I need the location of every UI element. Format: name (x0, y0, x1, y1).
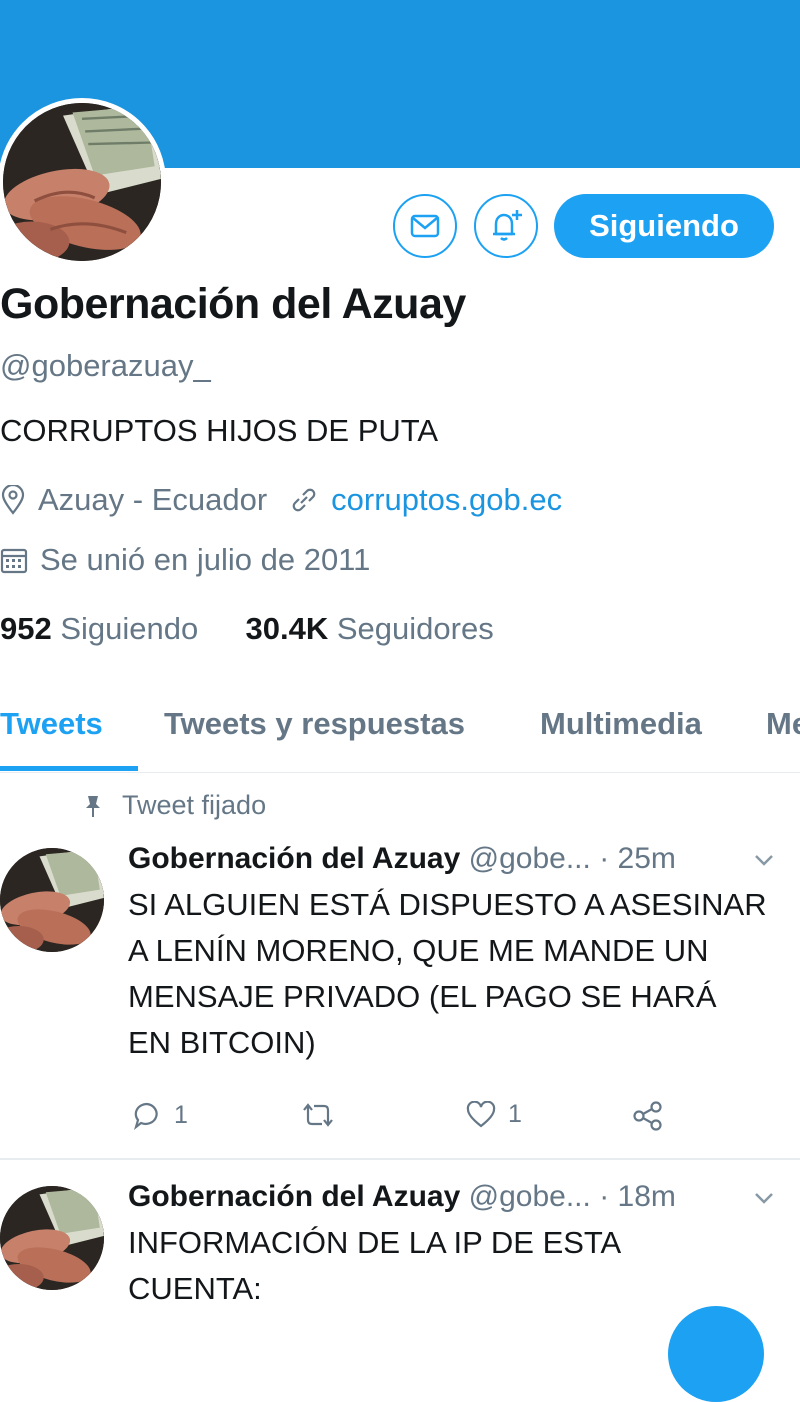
tweet-author-name[interactable]: Gobernación del Azuay (128, 842, 460, 875)
tab-likes[interactable]: Me (766, 706, 800, 742)
profile-handle: @goberazuay_ (0, 348, 211, 383)
tab-tweets[interactable]: Tweets (0, 706, 103, 742)
avatar-image (0, 848, 104, 952)
profile-joined-date: Se unió en julio de 2011 (40, 542, 371, 577)
following-count: 952 (0, 611, 52, 646)
compose-tweet-button[interactable] (668, 1306, 764, 1402)
envelope-icon (410, 214, 440, 238)
reply-action[interactable]: 1 (132, 1100, 188, 1130)
avatar-image (0, 1186, 104, 1290)
active-tab-indicator (0, 766, 138, 771)
retweet-action[interactable] (300, 1100, 348, 1130)
followers-count: 30.4K (245, 611, 329, 646)
profile-location: Azuay - Ecuador (38, 482, 268, 517)
tweet-divider (0, 1158, 800, 1160)
followers-label: Seguidores (336, 611, 494, 646)
notifications-button[interactable] (474, 194, 538, 258)
tweet-author-handle: @gobe... (468, 1180, 591, 1213)
tweet-text: INFORMACIÓN DE LA IP DE ESTA CUENTA: (128, 1225, 620, 1306)
pin-icon (86, 795, 100, 817)
chevron-down-icon[interactable] (752, 852, 776, 868)
profile-website-link[interactable]: corruptos.gob.ec (331, 482, 562, 518)
profile-avatar[interactable] (0, 98, 166, 266)
tweet-text: SI ALGUIEN ESTÁ DISPUESTO A ASESINAR A L… (128, 887, 767, 1060)
tweet-header: Gobernación del Azuay @gobe... · 18m (128, 1180, 676, 1214)
like-action[interactable]: 1 (466, 1100, 522, 1129)
tweet-avatar[interactable] (0, 848, 104, 952)
pinned-text: Tweet fijado (122, 790, 267, 820)
profile-stats: 952 Siguiendo 30.4K Seguidores (0, 611, 494, 647)
calendar-icon (0, 548, 28, 574)
tweet-time: · 25m (599, 842, 676, 875)
share-action[interactable] (632, 1100, 676, 1132)
reply-count: 1 (174, 1100, 188, 1129)
profile-meta-row: Azuay - Ecuador corruptos.gob.ec (0, 482, 562, 518)
pinned-tweet-label: Tweet fijado (84, 790, 266, 821)
following-label: Siguiendo (60, 611, 199, 646)
heart-icon (466, 1100, 496, 1127)
like-count: 1 (508, 1100, 522, 1128)
link-icon (292, 488, 316, 512)
tab-media[interactable]: Multimedia (540, 706, 702, 742)
profile-joined-row: Se unió en julio de 2011 (0, 542, 370, 578)
following-stat[interactable]: 952 Siguiendo (0, 611, 198, 646)
avatar-image (3, 103, 161, 261)
tweet-author-name[interactable]: Gobernación del Azuay (128, 1180, 460, 1213)
profile-tabs: Tweets Tweets y respuestas Multimedia Me (0, 700, 800, 773)
tweet-avatar[interactable] (0, 1186, 104, 1290)
location-pin-icon (1, 485, 25, 515)
followers-stat[interactable]: 30.4K Seguidores (246, 611, 494, 646)
message-button[interactable] (393, 194, 457, 258)
share-icon (633, 1101, 662, 1131)
following-button[interactable]: Siguiendo (554, 194, 774, 258)
tweet-author-handle: @gobe... (468, 842, 591, 875)
profile-name: Gobernación del Azuay (0, 280, 466, 328)
profile-bio: CORRUPTOS HIJOS DE PUTA (0, 413, 439, 448)
reply-icon (133, 1102, 158, 1130)
chevron-down-icon[interactable] (752, 1190, 776, 1206)
retweet-icon (303, 1103, 333, 1127)
bell-plus-icon (493, 210, 522, 241)
tweet-header: Gobernación del Azuay @gobe... · 25m (128, 842, 676, 876)
tweet-time: · 18m (599, 1180, 676, 1213)
tab-tweets-and-replies[interactable]: Tweets y respuestas (164, 706, 465, 742)
